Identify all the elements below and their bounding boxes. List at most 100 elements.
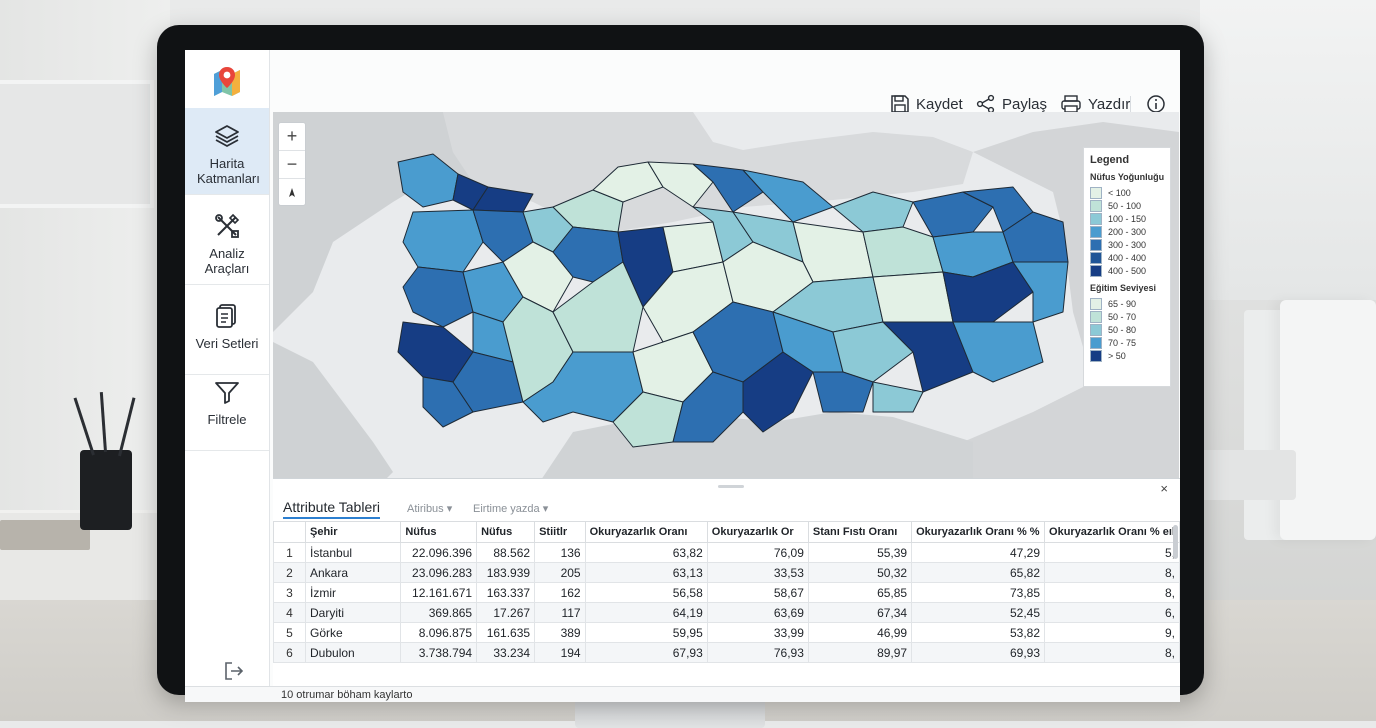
sidebar-item-filtrele[interactable]: Filtrele	[185, 364, 269, 451]
table-cell: 47,29	[911, 542, 1046, 563]
table-cell: Görke	[304, 622, 402, 643]
table-cell: 9,	[1044, 622, 1180, 643]
documents-icon	[216, 304, 236, 328]
legend-item: < 100	[1084, 186, 1170, 199]
table-cell: 5,	[1044, 542, 1180, 563]
table-cell: 161.635	[476, 622, 536, 643]
table-cell: 63,69	[706, 602, 809, 623]
table-cell: Dubulon	[304, 642, 402, 663]
table-cell: 63,82	[584, 542, 708, 563]
column-header[interactable]: Okuryazarlık Oranı % %	[911, 521, 1046, 543]
sidebar-item-label: Filtrele	[207, 412, 247, 427]
map-pin-logo-icon	[214, 67, 240, 96]
table-cell: 76,09	[706, 542, 809, 563]
column-header[interactable]: Stiitlr	[534, 521, 586, 543]
table-cell: 76,93	[706, 642, 809, 663]
table-cell: 8.096.875	[400, 622, 478, 643]
legend-swatch	[1090, 349, 1102, 362]
layers-icon	[215, 125, 239, 147]
tab-editing[interactable]: Eirtime yazda ▾	[473, 502, 548, 515]
table-row[interactable]: 4 Daryiti 369.865 17.267 117 64,19 63,69 67,34 5…	[273, 602, 1180, 623]
table-cell: 88.562	[476, 542, 536, 563]
close-panel-button[interactable]: ×	[1160, 481, 1168, 496]
legend-swatch	[1090, 212, 1102, 225]
map-canvas	[273, 112, 1179, 492]
column-header[interactable]: Nüfus	[400, 521, 478, 543]
app-screen: Harita Katmanları Analiz Araçları Veri S…	[185, 50, 1180, 702]
vertical-scrollbar[interactable]	[1173, 525, 1178, 559]
table-cell: 23.096.283	[400, 562, 478, 583]
column-header[interactable]	[273, 521, 306, 543]
table-row[interactable]: 3 İzmir 12.161.671 163.337 162 56,58 58,67 65,8…	[273, 582, 1180, 603]
legend-item: 400 - 400	[1084, 251, 1170, 264]
table-cell: 33.234	[476, 642, 536, 663]
table-cell: 64,19	[584, 602, 708, 623]
table-cell: 58,67	[706, 582, 809, 603]
legend-swatch	[1090, 264, 1102, 277]
table-cell: 205	[534, 562, 586, 583]
logout-icon[interactable]	[223, 660, 245, 682]
column-header[interactable]: Stanı Fıstı Oranı	[807, 521, 913, 543]
tab-attributes[interactable]: Atiribus ▾	[407, 502, 452, 515]
legend-swatch	[1090, 251, 1102, 264]
table-cell: 55,39	[807, 542, 913, 563]
resize-handle[interactable]	[718, 485, 744, 488]
table-row[interactable]: 1 İstanbul 22.096.396 88.562 136 63,82 76,09 55…	[273, 542, 1180, 563]
table-body: 1 İstanbul 22.096.396 88.562 136 63,82 76,09 55…	[273, 542, 1180, 663]
table-row[interactable]: 2 Ankara 23.096.283 183.939 205 63,13 33,53 50,…	[273, 562, 1180, 583]
legend-item: 400 - 500	[1084, 264, 1170, 277]
column-header[interactable]: Okuryazarlık Oranı	[584, 521, 708, 543]
table-cell: Ankara	[304, 562, 402, 583]
table-cell: 73,85	[911, 582, 1046, 603]
tab-attribute-table[interactable]: Attribute Tableri	[283, 499, 381, 519]
table-cell: 50,32	[807, 562, 913, 583]
table-cell: 63,13	[584, 562, 708, 583]
info-button[interactable]	[1146, 94, 1166, 114]
legend-item: 65 - 90	[1084, 297, 1170, 310]
sidebar-item-harita-katmanlari[interactable]: Harita Katmanları	[185, 108, 269, 195]
table-cell: 5	[273, 622, 306, 643]
table-cell: 1	[273, 542, 306, 563]
legend-item: 100 - 150	[1084, 212, 1170, 225]
column-header[interactable]: Nüfus	[476, 521, 536, 543]
share-button[interactable]: Paylaş	[976, 94, 1047, 114]
compass-button[interactable]	[279, 179, 305, 206]
print-button[interactable]: Yazdır	[1060, 94, 1130, 114]
table-cell: 89,97	[807, 642, 913, 663]
zoom-out-button[interactable]: −	[279, 151, 305, 179]
save-button[interactable]: Kaydet	[890, 94, 963, 114]
table-cell: 6	[273, 642, 306, 663]
table-cell: 4	[273, 602, 306, 623]
table-row[interactable]: 5 Görke 8.096.875 161.635 389 59,95 33,99 46,99…	[273, 622, 1180, 643]
table-cell: 3	[273, 582, 306, 603]
column-header[interactable]: Şehir	[304, 521, 402, 543]
share-label: Paylaş	[1002, 95, 1048, 113]
column-header[interactable]: Okuryazarlık Or	[706, 521, 809, 543]
wall-shelf	[0, 80, 154, 208]
binder	[1280, 300, 1376, 540]
legend-item: 200 - 300	[1084, 225, 1170, 238]
table-row[interactable]: 6 Dubulon 3.738.794 33.234 194 67,93 76,93 89,9…	[273, 642, 1180, 663]
column-header[interactable]: Okuryazarlık Oranı % eıl	[1044, 521, 1180, 543]
table-cell: 162	[534, 582, 586, 603]
legend-swatch	[1090, 336, 1102, 349]
printer-icon	[1061, 95, 1081, 113]
desk-tray	[1196, 450, 1296, 500]
legend-item: 50 - 100	[1084, 199, 1170, 212]
legend-swatch	[1090, 238, 1102, 251]
table-cell: 46,99	[807, 622, 913, 643]
sidebar: Harita Katmanları Analiz Araçları Veri S…	[185, 50, 270, 702]
table-cell: 65,85	[807, 582, 913, 603]
legend-swatch	[1090, 199, 1102, 212]
zoom-in-button[interactable]: +	[279, 123, 305, 151]
info-icon	[1147, 95, 1165, 113]
window-background	[1200, 0, 1376, 300]
sidebar-item-analiz-araclari[interactable]: Analiz Araçları	[185, 198, 269, 285]
legend-item: 300 - 300	[1084, 238, 1170, 251]
map-view[interactable]: + − Legend Nüfus Yoğunluğu < 100 50 - 10…	[273, 112, 1179, 492]
sidebar-item-veri-setleri[interactable]: Veri Setleri	[185, 288, 269, 375]
table-cell: 3.738.794	[400, 642, 478, 663]
sidebar-item-label: Analiz Araçları	[204, 246, 250, 276]
table-cell: 369.865	[400, 602, 478, 623]
table-cell: 56,58	[584, 582, 708, 603]
